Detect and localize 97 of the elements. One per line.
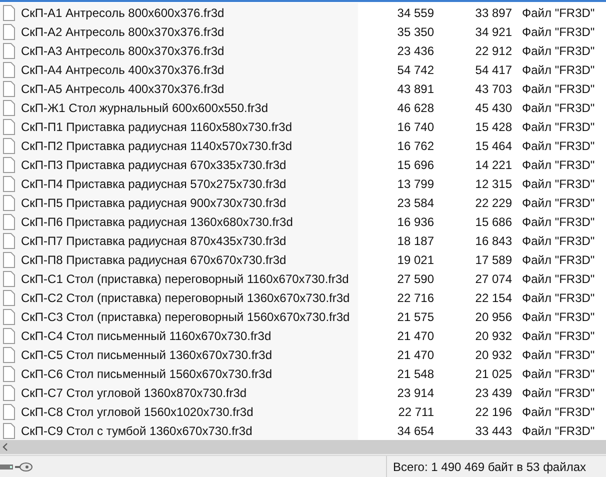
file-size: 16 936 [397,214,434,228]
packed-size: 15 686 [475,214,512,228]
file-name: СкП-С9 Стол с тумбой 1360x670x730.fr3d [21,422,252,440]
packed-size: 15 464 [475,138,512,152]
file-name: СкП-А3 Антресоль 800x370x376.fr3d [21,42,224,60]
file-size: 19 021 [397,252,434,266]
file-type: Файл "FR3D" [522,366,595,380]
file-name: СкП-С1 Стол (приставка) переговорный 1160x670x730.fr3d [21,270,349,288]
packed-size: 33 443 [475,424,512,438]
file-type: Файл "FR3D" [522,310,595,324]
file-name: СкП-С7 Стол угловой 1360x870x730.fr3d [21,384,247,402]
horizontal-scrollbar[interactable] [0,440,606,455]
file-size: 21 548 [397,366,434,380]
file-size: 23 584 [397,196,434,210]
file-size: 21 575 [397,310,434,324]
file-name: СкП-А5 Антресоль 400x370x376.fr3d [21,80,224,98]
file-type: Файл "FR3D" [522,386,595,400]
file-name: СкП-С2 Стол (приставка) переговорный 1360x670x730.fr3d [21,290,350,306]
packed-size: 12 315 [475,176,512,190]
file-name: СкП-А4 Антресоль 400x370x376.fr3d [21,62,224,78]
packed-size: 20 932 [475,348,512,362]
file-size: 54 742 [397,62,434,76]
file-size: 15 696 [397,158,434,172]
packed-size: 22 154 [475,290,512,304]
file-size: 16 740 [397,120,434,134]
file-name: СкП-С5 Стол письменный 1360x670x730.fr3d [21,346,272,364]
file-type: Файл "FR3D" [522,44,595,58]
file-size: 43 891 [397,82,434,96]
file-name: СкП-П7 Приставка радиусная 870x435x730.fr3d [21,232,286,250]
file-size: 46 628 [397,100,434,114]
file-type: Файл "FR3D" [522,252,595,266]
file-type: Файл "FR3D" [522,138,595,152]
file-name: СкП-П6 Приставка радиусная 1360x680x730.fr3d [21,214,293,230]
file-size: 35 350 [397,24,434,38]
file-name: СкП-С8 Стол угловой 1560x1020x730.fr3d [21,404,254,420]
file-size: 34 559 [397,6,434,20]
file-name: СкП-С6 Стол письменный 1560x670x730.fr3d [21,366,272,382]
packed-size: 15 428 [475,120,512,134]
file-type: Файл "FR3D" [522,196,595,210]
file-name: СкП-П1 Приставка радиусная 1160x580x730.fr3d [21,118,292,136]
file-type: Файл "FR3D" [522,348,595,362]
packed-size: 22 912 [475,44,512,58]
file-type: Файл "FR3D" [522,120,595,134]
file-type: Файл "FR3D" [522,6,595,20]
file-name: СкП-П3 Приставка радиусная 670x335x730.fr3d [21,156,286,174]
file-type: Файл "FR3D" [522,24,595,38]
packed-size: 16 843 [475,234,512,248]
file-name: СкП-Ж1 Стол журнальный 600x600x550.fr3d [21,100,268,116]
file-size: 21 470 [397,328,434,342]
file-name: СкП-П2 Приставка радиусная 1140x570x730.fr3d [21,138,292,154]
file-type: Файл "FR3D" [522,404,595,418]
packed-size: 33 897 [475,6,512,20]
file-type: Файл "FR3D" [522,82,595,96]
packed-size: 23 439 [475,386,512,400]
file-type: Файл "FR3D" [522,214,595,228]
file-name: СкП-П8 Приставка радиусная 670x670x730.fr3d [21,252,286,268]
file-size: 22 711 [398,404,434,418]
packed-size: 43 703 [475,82,512,96]
file-size: 23 436 [397,44,434,58]
packed-size: 22 229 [475,196,512,210]
packed-size: 34 921 [475,24,512,38]
packed-size: 20 956 [475,310,512,324]
file-size: 16 762 [397,138,434,152]
packed-size: 20 932 [475,328,512,342]
file-size: 34 654 [397,424,434,438]
file-type: Файл "FR3D" [522,328,595,342]
file-type: Файл "FR3D" [522,272,595,286]
file-type: Файл "FR3D" [522,158,595,172]
file-size: 21 470 [397,348,434,362]
packed-size: 17 589 [475,252,512,266]
file-type: Файл "FR3D" [522,290,595,304]
file-type: Файл "FR3D" [522,176,595,190]
file-type: Файл "FR3D" [522,234,595,248]
file-type: Файл "FR3D" [522,62,595,76]
packed-size: 27 074 [475,272,512,286]
file-name: СкП-П5 Приставка радиусная 900x730x730.fr3d [21,194,286,212]
packed-size: 54 417 [475,62,512,76]
packed-size: 14 221 [475,158,512,172]
file-type: Файл "FR3D" [522,100,595,114]
file-size: 13 799 [397,176,434,190]
packed-size: 22 196 [475,404,512,418]
drive-icon[interactable] [0,464,14,470]
packed-size: 21 025 [475,366,512,380]
file-type: Файл "FR3D" [522,424,595,438]
file-size: 22 716 [397,290,434,304]
file-name: СкП-А2 Антресоль 800x370x376.fr3d [21,24,224,40]
status-total: Всего: 1 490 469 байт в 53 файлах [393,458,586,476]
file-name: СкП-С3 Стол (приставка) переговорный 1560x670x730.fr3d [21,308,350,326]
network-drive-icon[interactable] [15,462,33,472]
file-size: 27 590 [397,272,434,286]
packed-size: 45 430 [475,100,512,114]
file-name: СкП-А1 Антресоль 800x600x376.fr3d [21,4,224,22]
chevron-left-icon[interactable] [2,443,8,451]
file-size: 23 914 [397,386,434,400]
file-name: СкП-С4 Стол письменный 1160x670x730.fr3d [21,328,272,344]
file-name: СкП-П4 Приставка радиусная 570x275x730.fr3d [21,176,286,192]
file-size: 18 187 [397,234,434,248]
